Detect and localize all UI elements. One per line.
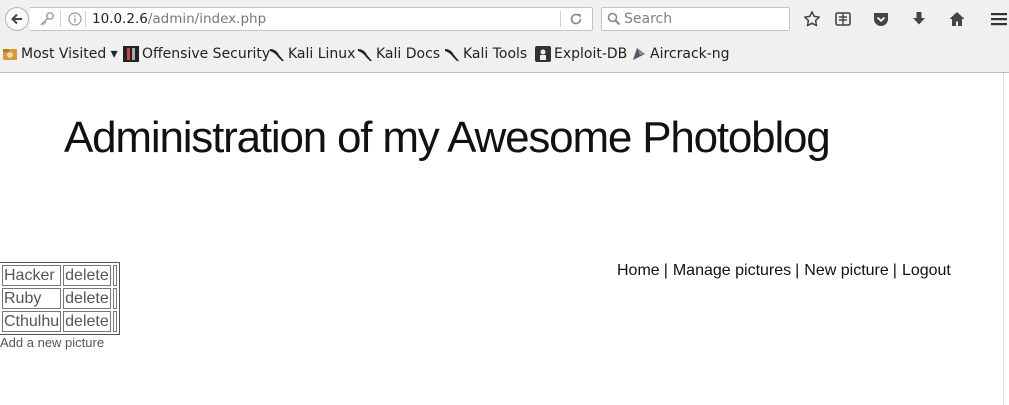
kali-dragon-icon — [358, 49, 372, 61]
table-row: Hacker delete — [2, 265, 117, 286]
reading-list-button[interactable] — [833, 9, 853, 29]
page-content: Administration of my Awesome Photoblog H… — [0, 73, 1003, 405]
bookmark-most-visited[interactable]: Most Visited ▾ — [2, 46, 118, 62]
picture-thumbnail-cell — [112, 288, 117, 309]
bookmark-kali-tools[interactable]: Kali Tools — [444, 46, 527, 62]
separator — [560, 11, 561, 27]
info-icon[interactable] — [68, 12, 82, 26]
pocket-button[interactable] — [871, 9, 891, 29]
bookmark-label: Kali Tools — [463, 46, 528, 62]
delete-link[interactable]: delete — [63, 311, 111, 332]
url-path: /admin/index.php — [147, 11, 267, 27]
bookmark-label: Kali Docs — [376, 46, 441, 62]
offsec-icon — [123, 46, 139, 62]
bookmark-label: Most Visited ▾ — [21, 46, 118, 62]
search-bar[interactable] — [601, 7, 790, 31]
nav-new-picture-link[interactable]: New picture — [804, 262, 888, 279]
menu-separator: | — [663, 262, 668, 279]
table-row: Cthulhu delete — [2, 311, 117, 332]
picture-thumbnail-cell — [112, 265, 117, 286]
url-text[interactable]: 10.0.2.6/admin/index.php — [92, 11, 266, 27]
bookmarks-toolbar: Most Visited ▾ Offensive Security Kali L… — [0, 42, 1009, 68]
admin-nav-menu: Home | Manage pictures | New picture | Logout — [617, 262, 951, 280]
bookmark-exploit-db[interactable]: Exploit-DB — [535, 46, 627, 62]
bookmark-star-button[interactable] — [802, 9, 822, 29]
picture-name-cell: Cthulhu — [2, 311, 62, 332]
hamburger-menu-icon — [991, 13, 1007, 26]
page-title: Administration of my Awesome Photoblog — [64, 113, 831, 162]
exploitdb-icon — [535, 46, 551, 62]
downloads-button[interactable] — [909, 9, 929, 29]
url-host: 10.0.2.6 — [92, 11, 148, 27]
scrollbar[interactable] — [1003, 73, 1009, 405]
navigation-toolbar: 10.0.2.6/admin/index.php — [0, 0, 1009, 38]
kali-dragon-icon — [270, 49, 284, 61]
browser-chrome: 10.0.2.6/admin/index.php Most — [0, 0, 1009, 73]
bookmark-aircrack-ng[interactable]: Aircrack-ng — [631, 46, 730, 62]
bookmark-offensive-security[interactable]: Offensive Security — [123, 46, 270, 62]
nav-logout-link[interactable]: Logout — [902, 262, 951, 279]
back-arrow-icon — [11, 13, 22, 25]
separator — [85, 11, 86, 27]
key-icon[interactable] — [38, 11, 56, 27]
home-button[interactable] — [947, 9, 967, 29]
picture-name-cell: Hacker — [2, 265, 62, 286]
search-input[interactable] — [624, 9, 784, 29]
separator — [60, 11, 61, 27]
aircrack-icon — [633, 48, 645, 60]
bookmark-label: Kali Linux — [288, 46, 356, 62]
menu-separator: | — [892, 262, 897, 279]
picture-name-cell: Ruby — [2, 288, 62, 309]
most-visited-icon — [3, 49, 17, 60]
kali-dragon-icon — [445, 49, 459, 61]
address-bar[interactable]: 10.0.2.6/admin/index.php — [30, 7, 593, 31]
bookmark-label: Offensive Security — [142, 46, 271, 62]
nav-manage-pictures-link[interactable]: Manage pictures — [673, 262, 791, 279]
delete-link[interactable]: delete — [63, 288, 111, 309]
bookmark-kali-linux[interactable]: Kali Linux — [269, 46, 355, 62]
reload-icon[interactable] — [569, 12, 583, 26]
reader-list-icon — [835, 12, 851, 26]
add-picture-link[interactable]: Add a new picture — [0, 335, 104, 350]
star-icon — [804, 11, 820, 27]
menu-separator: | — [795, 262, 800, 279]
picture-thumbnail-cell — [112, 311, 117, 332]
bookmark-kali-docs[interactable]: Kali Docs — [357, 46, 440, 62]
menu-button[interactable] — [989, 9, 1009, 29]
back-button[interactable] — [5, 7, 29, 31]
nav-home-link[interactable]: Home — [617, 262, 660, 279]
bookmark-label: Exploit-DB — [554, 46, 628, 62]
pictures-table: Hacker delete Ruby delete Cthulhu delete — [0, 262, 120, 335]
pocket-icon — [874, 13, 888, 26]
home-icon — [949, 12, 965, 26]
search-icon — [607, 12, 621, 26]
bookmark-label: Aircrack-ng — [650, 46, 730, 62]
download-arrow-icon — [913, 12, 925, 25]
delete-link[interactable]: delete — [63, 265, 111, 286]
table-row: Ruby delete — [2, 288, 117, 309]
